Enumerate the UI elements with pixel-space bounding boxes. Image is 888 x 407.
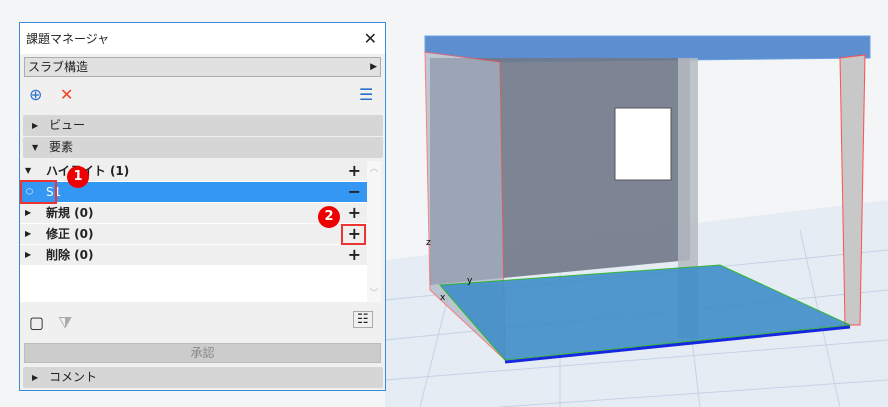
axis-y-label: y <box>467 276 473 286</box>
row-label: 新規 (0) <box>46 206 94 220</box>
row-label: 修正 (0) <box>46 227 94 241</box>
section-label: 要素 <box>49 140 74 154</box>
issue-list-icon[interactable]: ☰ <box>359 85 373 104</box>
axis-z-label: z <box>426 238 431 248</box>
scroll-down-icon[interactable]: ﹀ <box>367 286 381 299</box>
callout-highlight-1 <box>20 180 57 204</box>
expand-icon: ▶ <box>32 121 39 130</box>
section-elements[interactable]: ▼ 要素 <box>23 137 383 158</box>
expand-icon: ▶ <box>32 373 39 382</box>
section-view[interactable]: ▶ ビュー <box>23 115 383 136</box>
collapse-icon: ▼ <box>32 143 39 152</box>
chevron-right-icon: ▶ <box>370 62 377 72</box>
expand-icon: ▶ <box>25 250 32 259</box>
add-button[interactable]: + <box>348 203 361 223</box>
expand-icon: ▶ <box>25 229 32 238</box>
add-button[interactable]: + <box>348 245 361 265</box>
group-new[interactable]: ▶ 新規 (0) + <box>20 203 367 223</box>
checklist-icon[interactable]: ☷ <box>353 311 373 328</box>
section-label: コメント <box>49 370 98 384</box>
delete-icon[interactable]: ✕ <box>60 85 73 104</box>
callout-badge-2: 2 <box>318 206 340 228</box>
select-icon[interactable]: ▢ <box>29 313 44 332</box>
scrollbar[interactable]: ︿ ﹀ <box>367 161 381 302</box>
filter-icon[interactable]: ⧩ <box>58 313 72 333</box>
right-wall[interactable] <box>839 54 866 326</box>
expand-icon: ▶ <box>25 208 32 217</box>
window[interactable] <box>614 107 672 181</box>
scroll-up-icon[interactable]: ︿ <box>367 161 381 174</box>
collapse-icon: ▼ <box>25 166 32 175</box>
issue-name: スラブ構造 <box>28 60 89 74</box>
row-label: 削除 (0) <box>46 248 94 262</box>
group-modified[interactable]: ▶ 修正 (0) + <box>20 224 367 244</box>
new-issue-icon[interactable]: ⊕ <box>29 85 42 104</box>
axis-x-label: x <box>440 293 446 303</box>
group-deleted[interactable]: ▶ 削除 (0) + <box>20 245 367 265</box>
dialog-title: 課題マネージャ <box>20 23 385 54</box>
section-label: ビュー <box>49 118 86 132</box>
callout-highlight-2 <box>341 224 366 245</box>
close-icon[interactable]: ✕ <box>364 29 377 48</box>
callout-badge-1: 1 <box>67 166 89 188</box>
section-comment[interactable]: ▶ コメント <box>23 367 383 388</box>
approve-button[interactable]: 承認 <box>24 343 381 363</box>
issue-selector[interactable]: スラブ構造 ▶ <box>24 57 381 77</box>
add-button[interactable]: + <box>348 161 361 181</box>
remove-button[interactable]: − <box>348 182 361 202</box>
